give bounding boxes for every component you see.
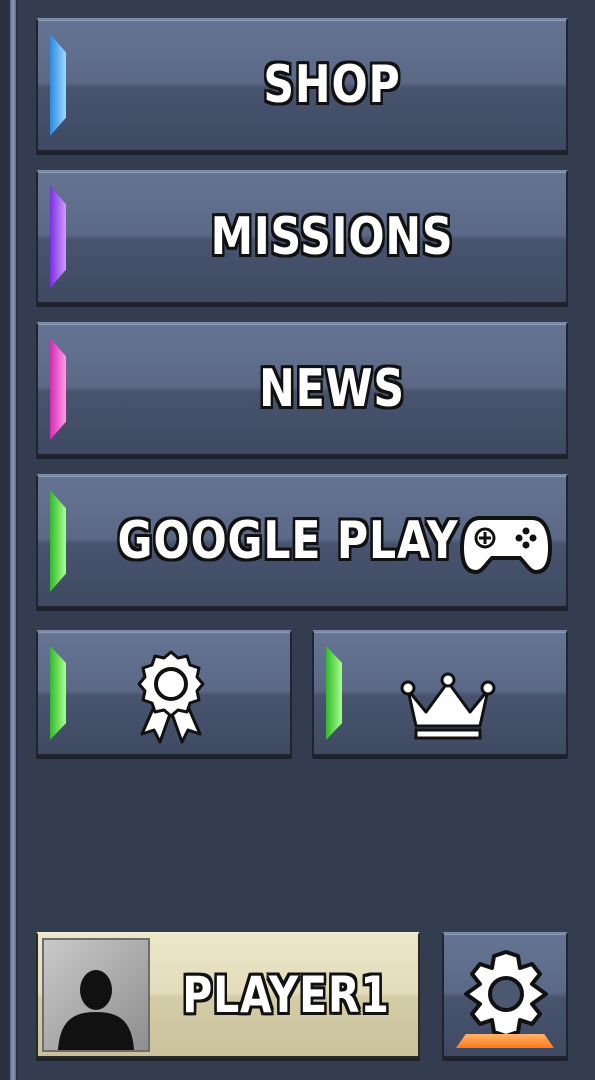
leaderboard-accent — [326, 646, 342, 740]
shop-label: SHOP — [263, 55, 401, 115]
google-play-button[interactable]: GOOGLE PLAY — [36, 474, 568, 608]
player-avatar — [42, 938, 150, 1052]
left-edge-frame — [0, 0, 18, 1080]
crown-icon — [400, 672, 496, 742]
shop-button[interactable]: SHOP — [36, 18, 568, 152]
player-name: PLAYER1 — [182, 966, 390, 1024]
settings-highlight — [456, 1034, 554, 1048]
gamepad-icon — [459, 512, 553, 576]
player-profile-button[interactable]: PLAYER1 — [36, 932, 420, 1058]
google-play-label: GOOGLE PLAY — [117, 511, 459, 571]
achievements-accent — [50, 646, 66, 740]
missions-accent — [50, 186, 66, 288]
settings-button[interactable] — [442, 932, 568, 1058]
news-label: NEWS — [259, 359, 405, 419]
leaderboard-button[interactable] — [312, 630, 568, 756]
achievements-button[interactable] — [36, 630, 292, 756]
user-silhouette-icon — [58, 970, 134, 1050]
missions-button[interactable]: MISSIONS — [36, 170, 568, 304]
google-play-accent — [50, 490, 66, 592]
gear-icon — [460, 948, 552, 1040]
news-button[interactable]: NEWS — [36, 322, 568, 456]
missions-label: MISSIONS — [210, 207, 454, 267]
shop-accent — [50, 34, 66, 136]
news-accent — [50, 338, 66, 440]
award-ribbon-icon — [132, 650, 210, 746]
